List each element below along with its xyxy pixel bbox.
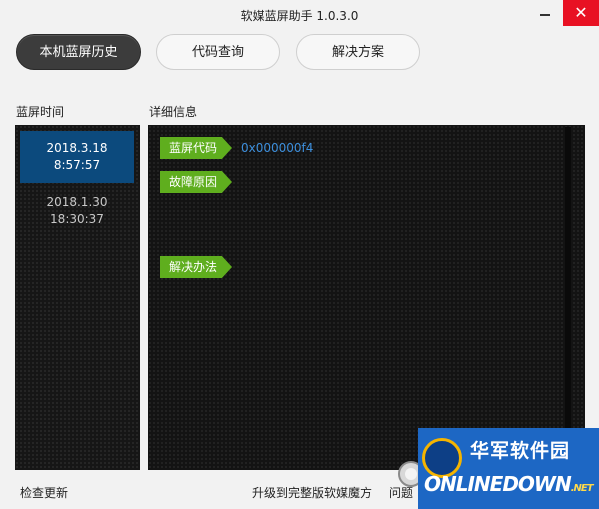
bsod-record-list: 2018.3.18 8:57:57 2018.1.30 18:30:37: [15, 125, 140, 470]
bsod-code-tag: 蓝屏代码: [160, 137, 232, 159]
bsod-record-item[interactable]: 2018.1.30 18:30:37: [20, 185, 134, 237]
bsod-record-item[interactable]: 2018.3.18 8:57:57: [20, 131, 134, 183]
record-time: 18:30:37: [50, 212, 104, 226]
close-icon: ✕: [574, 3, 588, 22]
tab-local-bsod-history[interactable]: 本机蓝屏历史: [16, 34, 141, 70]
upgrade-link[interactable]: 升级到完整版软媒魔方: [252, 484, 372, 501]
record-time: 8:57:57: [53, 158, 101, 172]
fault-cause-tag: 故障原因: [160, 171, 232, 193]
record-date: 2018.1.30: [46, 195, 108, 209]
bsod-time-heading: 蓝屏时间: [16, 105, 65, 119]
title-bar: 软媒蓝屏助手 1.0.3.0 ✕: [0, 0, 599, 30]
detail-panel: 蓝屏代码 0x000000f4 故障原因 解决办法: [148, 125, 585, 470]
detail-scrollbar[interactable]: [565, 127, 571, 468]
window-title: 软媒蓝屏助手 1.0.3.0: [240, 9, 359, 23]
tab-code-lookup[interactable]: 代码查询: [156, 34, 280, 70]
minimize-button[interactable]: [535, 6, 555, 22]
watermark-logo: 华军软件园 ONLINEDOWN.NET: [418, 428, 599, 509]
bsod-code-value: 0x000000f4: [241, 141, 314, 155]
watermark-cn-text: 华军软件园: [470, 440, 571, 462]
record-date: 2018.3.18: [46, 141, 108, 155]
solution-tag: 解决办法: [160, 256, 232, 278]
close-button[interactable]: ✕: [563, 0, 599, 26]
detail-heading: 详细信息: [149, 105, 198, 119]
tab-solutions[interactable]: 解决方案: [296, 34, 420, 70]
check-update-link[interactable]: 检查更新: [20, 484, 68, 501]
watermark-en-text: ONLINEDOWN.NET: [424, 472, 594, 496]
